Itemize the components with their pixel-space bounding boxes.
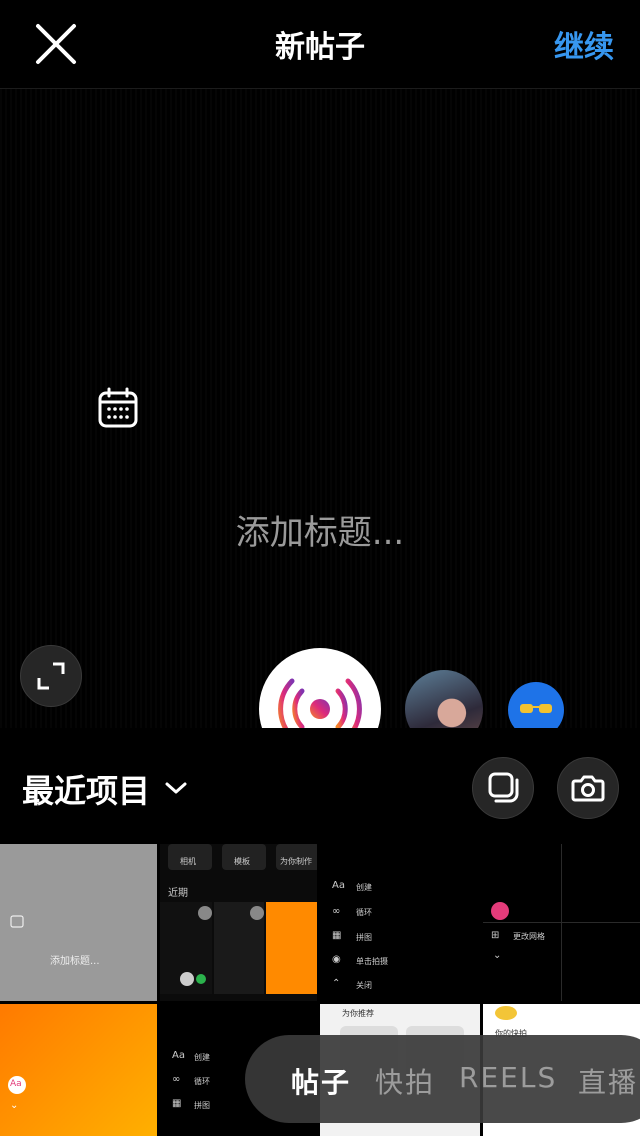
- photo-thumbnail[interactable]: 添加标题...: [0, 844, 157, 1001]
- chevron-down-icon[interactable]: [164, 778, 188, 798]
- multi-select-icon: [488, 772, 519, 803]
- page-title: 新帖子: [275, 30, 365, 65]
- thumb-label: 循环: [356, 908, 372, 917]
- thumbnail-caption: 添加标题...: [50, 956, 100, 967]
- caption-placeholder[interactable]: 添加标题...: [0, 505, 640, 554]
- broadcast-icon: [278, 678, 362, 728]
- calendar-icon[interactable]: [96, 386, 140, 430]
- mode-tabs: 帖子 快拍 REELS 直播: [245, 1035, 640, 1123]
- calendar-icon: [10, 915, 24, 928]
- thumb-label: 更改网格: [513, 932, 545, 941]
- thumb-label: 拼图: [194, 1101, 210, 1110]
- camera-icon: [571, 775, 605, 802]
- next-button[interactable]: 继续: [554, 22, 614, 66]
- thumb-label: 为你推荐: [342, 1009, 374, 1018]
- thumb-label: 单击拍摄: [356, 957, 388, 966]
- tab-reels[interactable]: REELS: [459, 1061, 557, 1094]
- sunglasses-icon: [520, 704, 552, 713]
- thumb-label: 循环: [194, 1077, 210, 1086]
- tab-story[interactable]: 快拍: [375, 1061, 435, 1101]
- thumb-label: 模板: [234, 857, 250, 866]
- thumb-label: 创建: [356, 883, 372, 892]
- photo-thumbnail[interactable]: ⊞ 更改网格 ⌄: [483, 844, 640, 1001]
- thumb-label: 创建: [194, 1053, 210, 1062]
- multi-select-button[interactable]: [472, 757, 534, 819]
- story-circles-row: [0, 640, 640, 728]
- live-broadcast-button[interactable]: [259, 648, 381, 728]
- story-avatar-sunglasses[interactable]: [508, 682, 564, 728]
- thumb-label: 近期: [168, 888, 188, 899]
- album-selector[interactable]: 最近项目: [22, 766, 150, 812]
- camera-button[interactable]: [557, 757, 619, 819]
- photo-thumbnail[interactable]: Aa ⌄: [0, 1004, 157, 1136]
- tab-live[interactable]: 直播: [578, 1061, 638, 1101]
- thumb-label: 拼图: [356, 933, 372, 942]
- photo-thumbnail[interactable]: Aa 创建 ∞ 循环 ▦ 拼图 ◉ 单击拍摄 ⌃ 关闭: [320, 844, 480, 1001]
- story-avatar[interactable]: [405, 670, 483, 728]
- tab-post[interactable]: 帖子: [291, 1061, 351, 1101]
- thumb-label: 关闭: [356, 981, 372, 990]
- photo-thumbnail[interactable]: 相机 模板 为你制作 近期: [160, 844, 317, 1001]
- thumb-label: 为你制作: [280, 857, 312, 866]
- thumb-label: 相机: [180, 857, 196, 866]
